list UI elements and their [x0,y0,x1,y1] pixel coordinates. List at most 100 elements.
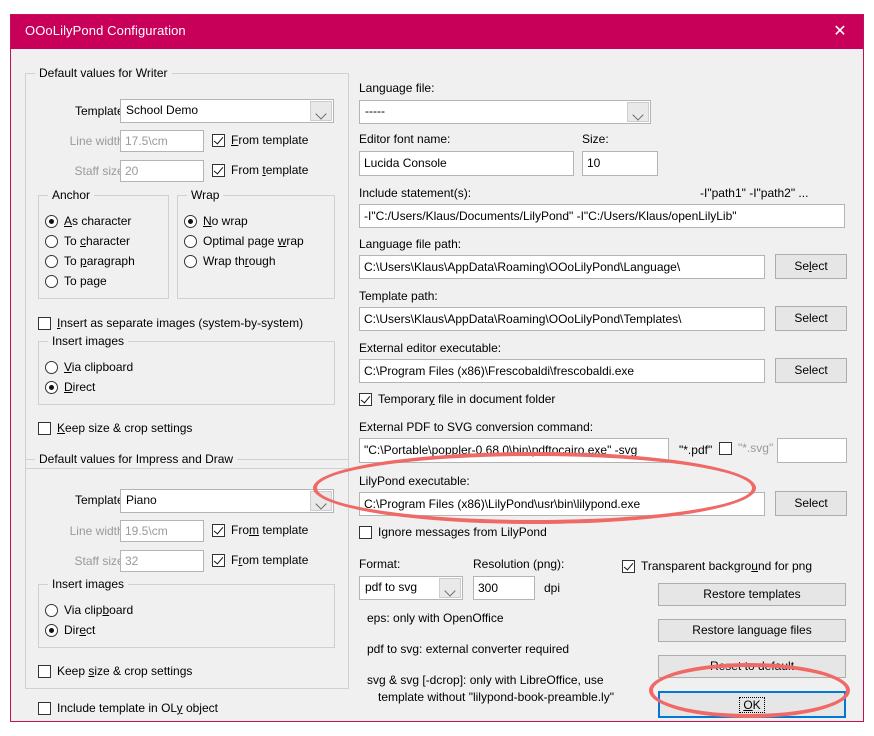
anchor-group-legend: Anchor [48,188,95,202]
language-file-path-input[interactable]: C:\Users\Klaus\AppData\Roaming\OOoLilyPo… [359,255,765,279]
note-eps: eps: only with OpenOffice [367,611,504,625]
impress-template-label: Template: [74,493,127,507]
writer-template-label: Template: [74,104,127,118]
writer-insert-images-legend: Insert images [48,334,129,348]
title-bar: OOoLilyPond Configuration ✕ [11,15,863,49]
ok-button[interactable]: OK [658,691,846,718]
restore-language-files-label: Restore language files [692,623,812,637]
language-file-path-select-label: Select [794,259,828,273]
radio-to-page-label: To page [64,274,107,288]
writer-linewidth-from-template-label: From template [231,133,309,147]
template-path-select-label: Select [794,311,828,325]
external-editor-select-button[interactable]: Select [775,358,847,383]
external-editor-input[interactable]: C:\Program Files (x86)\Frescobaldi\fresc… [359,359,765,383]
checkbox-box [212,554,225,567]
chevron-down-icon[interactable] [439,578,461,598]
writer-keep-size-label: Keep size & crop settings [57,421,193,435]
writer-linewidth-label: Line width: [69,134,127,148]
impress-template-value: Piano [126,493,157,507]
insert-separate-images-label: Insert as separate images (system-by-sys… [57,316,304,330]
include-statements-label: Include statement(s): [359,186,472,200]
dpi-label: dpi [544,581,561,595]
impress-insert-images-legend: Insert images [48,577,129,591]
checkbox-box [622,560,635,573]
impress-staffsize-from-template-label: From template [231,553,309,567]
impress-radio-via-clipboard-label: Via clipboard [64,603,134,617]
impress-keep-size-label: Keep size & crop settings [57,664,193,678]
template-path-label: Template path: [359,289,438,303]
writer-staffsize-input[interactable]: 20 [120,160,204,182]
ok-button-inner: OK [662,695,842,714]
radio-dot [45,215,58,228]
close-icon[interactable]: ✕ [817,15,863,49]
radio-dot [45,624,58,637]
writer-template-combo[interactable]: School Demo [120,99,334,123]
format-value: pdf to svg [365,580,418,594]
checkbox-box [212,524,225,537]
reset-to-default-button[interactable]: Reset to default [658,655,846,678]
resolution-label: Resolution (png): [473,557,565,571]
template-path-select-button[interactable]: Select [775,306,847,331]
impress-radio-direct-label: Direct [64,623,96,637]
checkbox-box [38,702,51,715]
writer-template-value: School Demo [126,103,199,117]
chevron-down-icon[interactable] [310,101,332,121]
radio-dot [45,361,58,374]
checkbox-box [719,442,732,455]
format-combo[interactable]: pdf to svg [359,576,463,600]
writer-staffsize-from-template-label: From template [231,163,309,177]
editor-font-input[interactable]: Lucida Console [359,151,574,176]
svg-extra-input[interactable] [777,438,847,463]
temp-file-label: Temporary file in document folder [378,392,556,406]
restore-language-files-button[interactable]: Restore language files [658,619,846,642]
chevron-down-icon[interactable] [627,102,649,122]
restore-templates-button[interactable]: Restore templates [658,583,846,606]
language-file-combo[interactable]: ----- [359,100,651,124]
language-file-path-select-button[interactable]: Select [775,254,847,279]
lilypond-exe-input[interactable]: C:\Program Files (x86)\LilyPond\usr\bin\… [359,492,765,516]
format-label: Format: [359,557,401,571]
radio-to-character-label: To character [64,234,131,248]
font-size-label: Size: [582,132,609,146]
writer-radio-direct-label: Direct [64,380,96,394]
template-path-input[interactable]: C:\Users\Klaus\AppData\Roaming\OOoLilyPo… [359,307,765,331]
radio-dot [45,275,58,288]
lilypond-exe-select-button[interactable]: Select [775,491,847,516]
note-svg-line1: svg & svg [-dcrop]: only with LibreOffic… [367,673,604,687]
include-statements-input[interactable]: -I"C:/Users/Klaus/Documents/LilyPond" -I… [359,204,845,228]
pdf-to-svg-input[interactable]: "C:\Portable\poppler-0.68.0\bin\pdftocai… [359,438,669,463]
checkbox-box [359,526,372,539]
radio-wrap-through-label: Wrap through [203,254,276,268]
checkbox-box [212,134,225,147]
chevron-down-icon[interactable] [310,491,332,511]
include-template-oly-label: Include template in OLy object [57,701,218,715]
radio-to-paragraph-label: To paragraph [64,254,135,268]
lilypond-exe-select-label: Select [794,496,828,510]
writer-linewidth-input[interactable]: 17.5\cm [120,130,204,152]
language-file-value: ----- [365,104,385,118]
include-statements-hint: -I"path1" -I"path2" ... [700,186,809,200]
lilypond-exe-label: LilyPond executable: [359,474,470,488]
screenshot-root: OOoLilyPond Configuration ✕ Default valu… [0,0,874,736]
svg-mask-label: "*.svg" [738,441,774,455]
font-size-input[interactable]: 10 [582,151,658,176]
window-title: OOoLilyPond Configuration [25,23,186,38]
note-svg-line2: template without "lilypond-book-preamble… [378,690,614,704]
pdf-mask-label: "*.pdf" [679,443,713,457]
radio-as-character-label: As character [64,214,132,228]
impress-staffsize-input[interactable]: 32 [120,550,204,572]
wrap-group-legend: Wrap [187,188,224,202]
impress-template-combo[interactable]: Piano [120,489,334,513]
ok-button-label: OK [739,696,765,713]
dialog-client-area: Default values for Writer Template: Scho… [12,49,862,721]
checkbox-box [38,317,51,330]
checkbox-box [38,665,51,678]
radio-optimal-page-wrap-label: Optimal page wrap [203,234,304,248]
writer-radio-via-clipboard-label: Via clipboard [64,360,134,374]
impress-linewidth-input[interactable]: 19.5\cm [120,520,204,542]
ignore-messages-label: Ignore messages from LilyPond [378,525,547,539]
resolution-input[interactable]: 300 [473,576,535,600]
radio-dot [45,604,58,617]
transparent-bg-label: Transparent background for png [641,559,813,573]
impress-linewidth-label: Line width: [69,524,127,538]
